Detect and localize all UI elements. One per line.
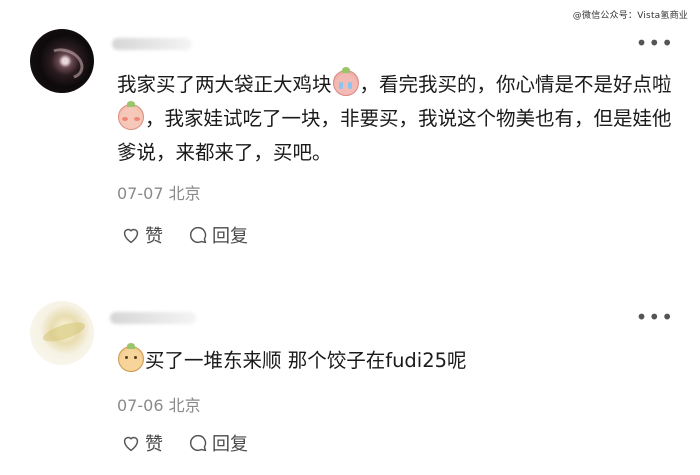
like-label: 赞 — [145, 434, 163, 455]
heart-icon — [123, 436, 139, 452]
comment-text: 买了一堆东来顺 那个饺子在fudi25呢 — [117, 343, 672, 378]
comment-actions: 赞 回复 — [120, 222, 272, 248]
like-label: 赞 — [145, 226, 163, 247]
reply-button[interactable]: 回复 — [187, 430, 248, 456]
emoji-shy-icon — [118, 101, 144, 130]
avatar[interactable] — [30, 301, 94, 365]
reply-bubble-icon — [190, 434, 207, 452]
more-dots-icon[interactable]: ••• — [636, 307, 674, 327]
reply-bubble-icon — [190, 226, 207, 244]
reply-label: 回复 — [212, 226, 248, 247]
comment-2: ••• 买了一堆东来顺 那个饺子在fudi25呢 07-06 北京 赞 回复 — [0, 290, 700, 475]
reply-button[interactable]: 回复 — [187, 222, 248, 248]
comment-actions: 赞 回复 — [120, 430, 272, 456]
emoji-cry-icon — [332, 67, 359, 96]
comment-text: 我家买了两大袋正大鸡块 ，看完我买的，你心情是不是好点啦 ，我家娃试吃了一块，非要买… — [117, 67, 672, 170]
like-button[interactable]: 赞 — [120, 222, 163, 248]
avatar[interactable] — [30, 29, 94, 93]
username-blurred[interactable] — [112, 38, 192, 50]
comment-text-part: 买了一堆东来顺 那个饺子在fudi25呢 — [145, 349, 467, 372]
like-button[interactable]: 赞 — [120, 430, 163, 456]
comment-text-part: ，看完我买的，你心情是不是好点啦 — [359, 73, 672, 96]
comment-text-part: 我家买了两大袋正大鸡块 — [117, 73, 332, 96]
comment-date-location: 07-07 北京 — [117, 184, 201, 203]
emoji-smile-icon — [118, 343, 144, 372]
reply-label: 回复 — [212, 434, 248, 455]
more-dots-icon[interactable]: ••• — [636, 33, 674, 53]
username-blurred[interactable] — [110, 312, 196, 324]
comment-text-part: ，我家娃试吃了一块，非要买，我说这个物美也有，但是娃他爹说，来都来了，买吧。 — [117, 107, 672, 164]
heart-icon — [123, 228, 139, 244]
comment-1: ••• 我家买了两大袋正大鸡块 ，看完我买的，你心情是不是好点啦 ，我家娃试吃了一块… — [0, 0, 700, 270]
comment-date-location: 07-06 北京 — [117, 396, 201, 415]
